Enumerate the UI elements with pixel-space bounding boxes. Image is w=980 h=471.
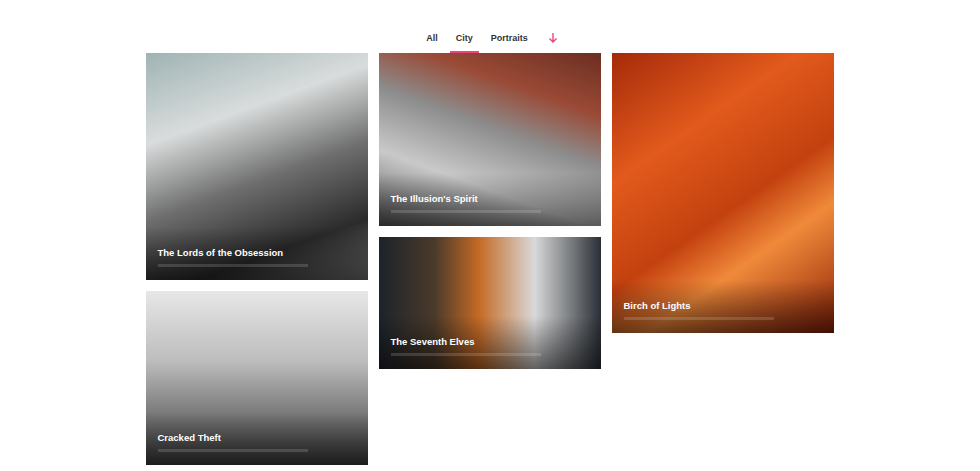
- item-title: Birch of Lights: [624, 300, 822, 311]
- item-title: The Lords of the Obsession: [158, 247, 356, 258]
- filter-tab[interactable]: Portraits: [485, 30, 534, 53]
- item-caption: The Lords of the Obsession: [146, 227, 368, 280]
- grid-column: Birch of Lights: [612, 53, 834, 465]
- portfolio-grid: The Lords of the ObsessionCracked TheftT…: [146, 53, 835, 465]
- portfolio-item[interactable]: The Illusion's Spirit: [379, 53, 601, 226]
- arrow-down-icon[interactable]: [546, 31, 560, 45]
- item-title: The Illusion's Spirit: [391, 193, 589, 204]
- grid-column: The Illusion's Spirit The Seventh Elves: [379, 53, 601, 465]
- item-subtitle-bar: [158, 264, 308, 267]
- item-title: The Seventh Elves: [391, 336, 589, 347]
- filter-tab[interactable]: City: [450, 30, 479, 53]
- item-caption: Cracked Theft: [146, 412, 368, 465]
- filter-tabs: All City Portraits: [0, 0, 980, 53]
- portfolio-item[interactable]: Cracked Theft: [146, 291, 368, 465]
- item-caption: The Seventh Elves: [379, 316, 601, 369]
- item-caption: The Illusion's Spirit: [379, 173, 601, 226]
- item-subtitle-bar: [391, 210, 541, 213]
- portfolio-item[interactable]: Birch of Lights: [612, 53, 834, 333]
- item-subtitle-bar: [391, 353, 541, 356]
- item-caption: Birch of Lights: [612, 280, 834, 333]
- portfolio-item[interactable]: The Seventh Elves: [379, 237, 601, 369]
- item-subtitle-bar: [624, 317, 774, 320]
- filter-tab[interactable]: All: [420, 30, 444, 53]
- portfolio-item[interactable]: The Lords of the Obsession: [146, 53, 368, 280]
- grid-column: The Lords of the Obsession Cracked Theft: [146, 53, 368, 465]
- item-title: Cracked Theft: [158, 432, 356, 443]
- item-subtitle-bar: [158, 449, 308, 452]
